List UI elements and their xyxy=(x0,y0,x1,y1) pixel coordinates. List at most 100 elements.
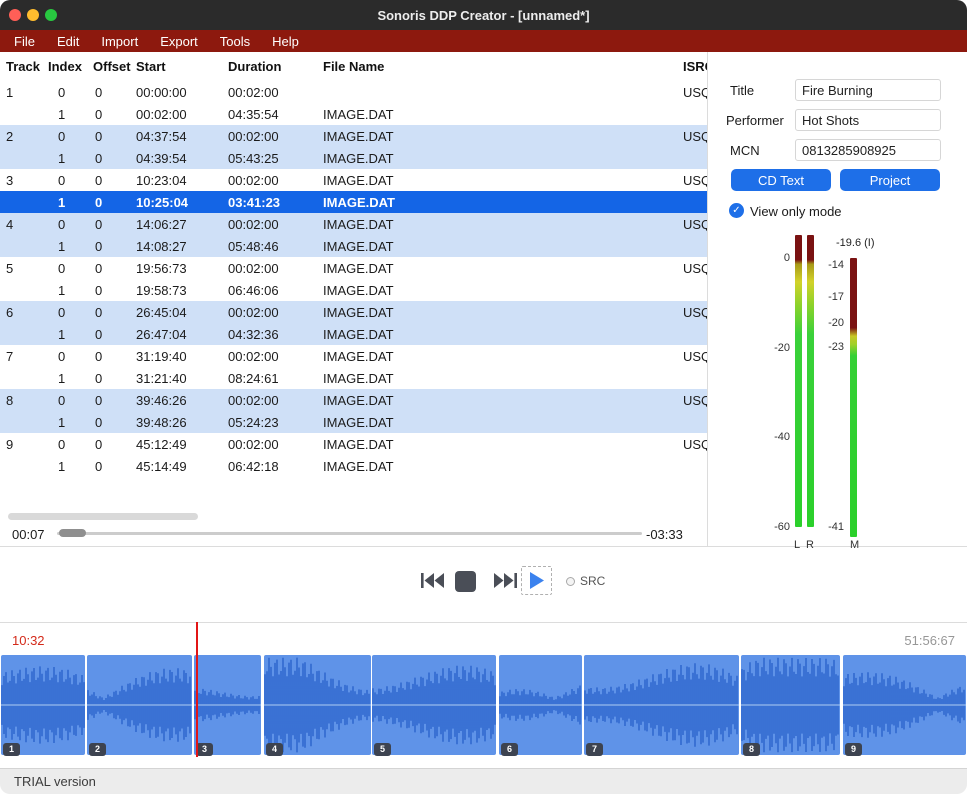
cell-start: 26:47:04 xyxy=(136,327,228,342)
track-marker-badge[interactable]: 1 xyxy=(3,743,20,756)
performer-label: Performer xyxy=(726,113,784,128)
track-marker-badge[interactable]: 5 xyxy=(374,743,391,756)
cell-file: IMAGE.DAT xyxy=(323,371,683,386)
cell-offset: 0 xyxy=(93,305,136,320)
cell-index: 1 xyxy=(48,327,93,342)
table-scrollbar-thumb[interactable] xyxy=(8,513,198,520)
cell-index: 0 xyxy=(48,393,93,408)
table-row[interactable]: 1004:39:5405:43:25IMAGE.DAT xyxy=(0,147,707,169)
table-row[interactable]: 1014:08:2705:48:46IMAGE.DAT xyxy=(0,235,707,257)
track-marker-badge[interactable]: 4 xyxy=(266,743,283,756)
menu-item-import[interactable]: Import xyxy=(90,30,149,52)
seek-slider-track[interactable] xyxy=(57,532,642,535)
track-marker-badge[interactable]: 6 xyxy=(501,743,518,756)
table-row[interactable]: 1039:48:2605:24:23IMAGE.DAT xyxy=(0,411,707,433)
cell-duration: 04:32:36 xyxy=(228,327,323,342)
menu-item-edit[interactable]: Edit xyxy=(46,30,90,52)
zoom-button[interactable] xyxy=(45,9,57,21)
column-header-file-name[interactable]: File Name xyxy=(323,59,683,74)
table-row[interactable]: 60026:45:0400:02:00IMAGE.DATUSQ xyxy=(0,301,707,323)
column-header-index[interactable]: Index xyxy=(48,59,93,74)
waveform-segment[interactable] xyxy=(1,655,85,755)
remaining-time: -03:33 xyxy=(646,527,683,542)
table-row[interactable]: 1045:14:4906:42:18IMAGE.DAT xyxy=(0,455,707,477)
cell-track: 9 xyxy=(0,437,48,452)
table-row[interactable]: 10000:00:0000:02:00USQ xyxy=(0,81,707,103)
waveform-segment[interactable] xyxy=(264,655,371,755)
track-marker-badge[interactable]: 8 xyxy=(743,743,760,756)
table-row[interactable]: 70031:19:4000:02:00IMAGE.DATUSQ xyxy=(0,345,707,367)
table-row[interactable]: 1019:58:7306:46:06IMAGE.DAT xyxy=(0,279,707,301)
track-marker-badge[interactable]: 3 xyxy=(196,743,213,756)
track-marker-badge[interactable]: 7 xyxy=(586,743,603,756)
table-header: TrackIndexOffsetStartDurationFile NameIS… xyxy=(0,52,707,81)
performer-input[interactable] xyxy=(795,109,941,131)
cd-text-button[interactable]: CD Text xyxy=(731,169,831,191)
waveform-segment[interactable] xyxy=(194,655,261,755)
menu-item-tools[interactable]: Tools xyxy=(209,30,261,52)
cell-track: 8 xyxy=(0,393,48,408)
track-marker-badge[interactable]: 2 xyxy=(89,743,106,756)
column-header-track[interactable]: Track xyxy=(0,59,48,74)
cell-start: 39:48:26 xyxy=(136,415,228,430)
menu-item-file[interactable]: File xyxy=(3,30,46,52)
menu-item-help[interactable]: Help xyxy=(261,30,310,52)
cell-start: 31:21:40 xyxy=(136,371,228,386)
waveform-segment[interactable] xyxy=(499,655,582,755)
table-row[interactable]: 30010:23:0400:02:00IMAGE.DATUSQ xyxy=(0,169,707,191)
cell-offset: 0 xyxy=(93,85,136,100)
column-header-isrc[interactable]: ISRC xyxy=(683,59,707,74)
waveform-segment[interactable] xyxy=(843,655,966,755)
table-row[interactable]: 20004:37:5400:02:00IMAGE.DATUSQ xyxy=(0,125,707,147)
table-row[interactable]: 80039:46:2600:02:00IMAGE.DATUSQ xyxy=(0,389,707,411)
previous-track-button[interactable] xyxy=(421,573,444,591)
src-indicator-icon[interactable] xyxy=(566,577,575,586)
menu-item-export[interactable]: Export xyxy=(149,30,209,52)
cell-index: 1 xyxy=(48,371,93,386)
cell-offset: 0 xyxy=(93,283,136,298)
seek-slider-thumb[interactable] xyxy=(59,529,86,537)
cell-start: 39:46:26 xyxy=(136,393,228,408)
track-marker-badge[interactable]: 9 xyxy=(845,743,862,756)
playhead-cursor[interactable] xyxy=(196,622,198,757)
cell-index: 0 xyxy=(48,217,93,232)
column-header-offset[interactable]: Offset xyxy=(93,59,136,74)
table-row-selected[interactable]: 1010:25:0403:41:23IMAGE.DAT xyxy=(0,191,707,213)
cell-file: IMAGE.DAT xyxy=(323,327,683,342)
cell-isrc: USQ xyxy=(683,85,707,100)
table-row[interactable]: 1031:21:4008:24:61IMAGE.DAT xyxy=(0,367,707,389)
mcn-input[interactable] xyxy=(795,139,941,161)
table-row[interactable]: 50019:56:7300:02:00IMAGE.DATUSQ xyxy=(0,257,707,279)
waveform-segment[interactable] xyxy=(87,655,192,755)
table-row[interactable]: 90045:12:4900:02:00IMAGE.DATUSQ xyxy=(0,433,707,455)
column-header-duration[interactable]: Duration xyxy=(228,59,323,74)
column-header-start[interactable]: Start xyxy=(136,59,228,74)
meter-bar-right xyxy=(807,235,814,527)
cell-offset: 0 xyxy=(93,393,136,408)
close-button[interactable] xyxy=(9,9,21,21)
minimize-button[interactable] xyxy=(27,9,39,21)
title-input[interactable] xyxy=(795,79,941,101)
next-track-button[interactable] xyxy=(494,573,517,591)
channel-label-right: R xyxy=(806,539,814,551)
table-body: 10000:00:0000:02:00USQ1000:02:0004:35:54… xyxy=(0,81,707,477)
waveform-segment[interactable] xyxy=(584,655,739,755)
table-row[interactable]: 40014:06:2700:02:00IMAGE.DATUSQ xyxy=(0,213,707,235)
cell-duration: 06:46:06 xyxy=(228,283,323,298)
table-row[interactable]: 1026:47:0404:32:36IMAGE.DAT xyxy=(0,323,707,345)
play-button[interactable] xyxy=(521,566,552,595)
table-row[interactable]: 1000:02:0004:35:54IMAGE.DAT xyxy=(0,103,707,125)
cell-duration: 00:02:00 xyxy=(228,305,323,320)
stop-button[interactable] xyxy=(455,571,476,592)
cell-start: 10:23:04 xyxy=(136,173,228,188)
view-only-check-icon[interactable]: ✓ xyxy=(729,203,744,218)
waveform-band[interactable]: 1 2 3 4 5 6 7 8 9 xyxy=(0,655,967,757)
waveform-segment[interactable] xyxy=(372,655,496,755)
cell-index: 1 xyxy=(48,239,93,254)
project-button[interactable]: Project xyxy=(840,169,940,191)
cell-index: 1 xyxy=(48,415,93,430)
cell-index: 0 xyxy=(48,437,93,452)
cell-index: 0 xyxy=(48,305,93,320)
waveform-segment[interactable] xyxy=(741,655,840,755)
cell-file: IMAGE.DAT xyxy=(323,107,683,122)
